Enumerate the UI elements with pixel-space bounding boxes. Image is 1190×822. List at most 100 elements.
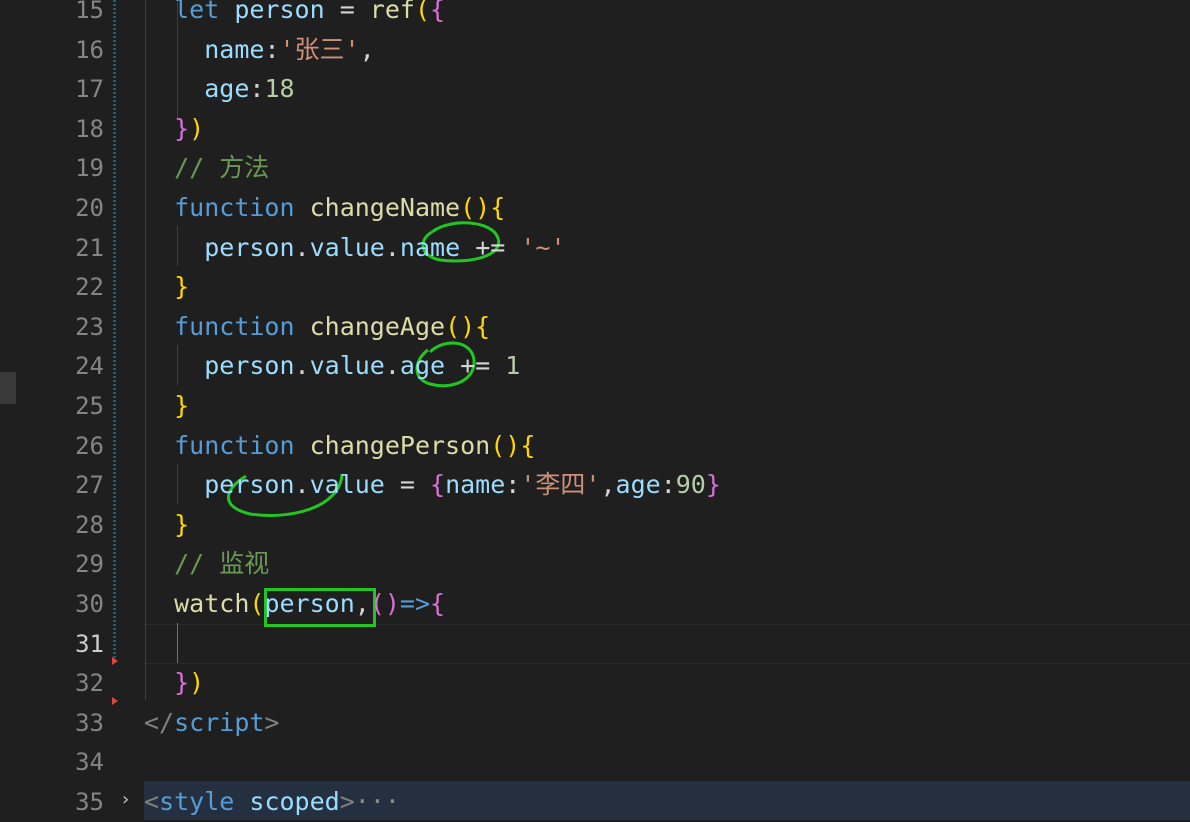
code-token: += (460, 232, 521, 262)
code-token: : (264, 34, 280, 64)
code-token: ··· (354, 787, 400, 816)
line-number: 18 (75, 114, 104, 143)
code-token: = (384, 470, 431, 500)
code-text[interactable]: // 监视 (144, 544, 269, 584)
code-text[interactable]: function changeAge(){ (144, 307, 490, 347)
code-text[interactable]: // 方法 (144, 148, 269, 188)
code-token: ( (414, 0, 431, 24)
line-number: 17 (75, 75, 104, 104)
code-token: // 方法 (174, 153, 270, 183)
code-text[interactable]: }) (144, 109, 204, 149)
code-line[interactable]: 20 function changeName(){ (0, 188, 1074, 228)
code-token: () (445, 311, 476, 341)
code-token: name (399, 232, 461, 262)
code-token: . (384, 351, 400, 381)
code-text[interactable]: name:'张三', (144, 30, 374, 70)
code-line[interactable]: 18 }) (0, 109, 1074, 149)
code-line[interactable]: 19 // 方法 (0, 148, 1074, 188)
code-token: } (174, 391, 190, 420)
code-text[interactable]: function changePerson(){ (144, 426, 535, 466)
code-line[interactable]: 21 person.value.name += '~' (0, 228, 1074, 268)
code-line[interactable]: 34 (0, 742, 1074, 782)
code-token: person (264, 589, 355, 618)
code-token: > (264, 707, 280, 737)
code-token: // 监视 (174, 549, 270, 579)
code-token: } (174, 509, 190, 539)
line-number: 27 (75, 471, 104, 500)
code-token: script (174, 707, 265, 737)
code-line[interactable]: 23 function changeAge(){ (0, 307, 1074, 347)
code-line[interactable]: 30 watch(person,()=>{ (0, 584, 1074, 624)
code-line[interactable]: 22 } (0, 267, 1074, 307)
code-token: let (174, 0, 220, 24)
code-token: '~' (520, 232, 566, 262)
code-token: changeName (309, 193, 461, 222)
line-number: 33 (75, 708, 104, 737)
code-line[interactable]: 24 person.value.age += 1 (0, 346, 1074, 386)
code-line[interactable]: 25 } (0, 386, 1074, 426)
code-token: . (294, 351, 310, 381)
code-token: 18 (264, 74, 295, 104)
code-token: : (660, 470, 676, 500)
code-line[interactable]: 31 (0, 624, 1074, 664)
code-text[interactable]: } (144, 505, 189, 545)
code-token: ) (189, 113, 205, 143)
code-line[interactable]: 17 age:18 (0, 69, 1074, 109)
code-text[interactable]: } (144, 267, 189, 307)
code-token: person (204, 232, 295, 262)
code-token: age (399, 351, 446, 381)
code-token: name (204, 34, 265, 64)
code-token: > (339, 787, 355, 816)
code-token: </ (144, 707, 175, 737)
code-text[interactable]: let person = ref({ (144, 0, 445, 30)
code-line[interactable]: 16 name:'张三', (0, 30, 1074, 70)
code-token: ref (369, 0, 415, 24)
code-token: person (234, 0, 325, 24)
code-text[interactable]: watch(person,()=>{ (144, 584, 445, 624)
code-token: , (600, 470, 616, 500)
code-token: 1 (505, 351, 521, 381)
code-text[interactable]: </script> (144, 703, 279, 743)
code-text[interactable]: person.value.age += 1 (144, 346, 520, 386)
code-line[interactable]: 26 function changePerson(){ (0, 426, 1074, 466)
code-line[interactable]: 28 } (0, 505, 1074, 545)
code-line[interactable]: 15 let person = ref({ (0, 0, 1074, 30)
code-text[interactable]: age:18 (144, 69, 295, 109)
code-text[interactable]: }) (144, 663, 204, 703)
code-token: . (384, 232, 400, 262)
code-text[interactable]: <style scoped>··· (144, 782, 400, 822)
code-text[interactable]: } (144, 386, 189, 426)
line-number: 22 (75, 273, 104, 302)
code-token: += (445, 351, 506, 381)
code-text[interactable]: person.value = {name:'李四',age:90} (144, 465, 721, 505)
code-token: age (204, 74, 250, 104)
code-token: { (490, 193, 506, 222)
code-line[interactable]: 27 person.value = {name:'李四',age:90} (0, 465, 1074, 505)
code-token: => (399, 589, 431, 618)
code-token: function (174, 430, 295, 460)
code-token: { (475, 311, 491, 341)
line-number: 28 (75, 510, 104, 539)
code-line[interactable]: 33 </script> (0, 703, 1074, 743)
code-line[interactable]: 29 // 监视 (0, 544, 1074, 584)
code-line[interactable]: 32 }) (0, 663, 1074, 703)
code-token: } (174, 668, 190, 698)
code-line[interactable]: 35 <style scoped>··· (0, 782, 1074, 822)
line-number: 35 (75, 788, 104, 816)
code-token: person (204, 470, 295, 500)
code-token: , (354, 589, 370, 618)
code-text[interactable]: function changeName(){ (144, 188, 505, 228)
code-token: '张三' (279, 34, 360, 64)
code-text[interactable]: person.value.name += '~' (144, 228, 566, 268)
